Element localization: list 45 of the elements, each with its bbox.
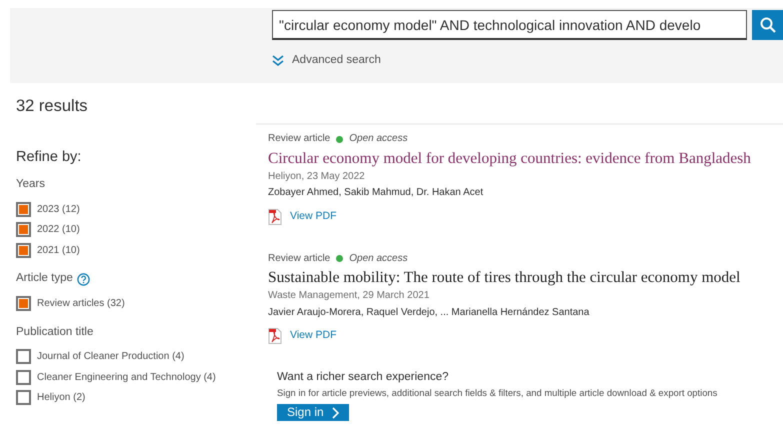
filter-option-label: Cleaner Engineering and Technology (4)	[37, 370, 216, 385]
chevron-down-icon	[272, 55, 284, 66]
search-button[interactable]	[752, 10, 783, 40]
filter-option-label: 2022 (10)	[37, 223, 80, 238]
search-field[interactable]: "circular economy model" AND technological innovation AND develo	[272, 10, 748, 40]
access-label: Open access	[349, 252, 408, 265]
advanced-search-link[interactable]: Advanced search	[272, 52, 381, 70]
filter-option-label: 2023 (12)	[37, 202, 80, 217]
search-icon	[760, 17, 776, 33]
results-count: 32 results	[16, 97, 89, 117]
access-label: Open access	[349, 133, 408, 146]
article-type: Review article	[268, 133, 330, 146]
checkbox[interactable]	[16, 202, 31, 217]
filter-group-title: Publication title	[16, 326, 94, 340]
status-dot	[336, 136, 344, 143]
filter-group-title: Article type	[16, 272, 73, 286]
checkbox[interactable]	[16, 296, 31, 312]
help-icon[interactable]	[76, 272, 90, 286]
checkbox[interactable]	[16, 349, 31, 364]
sign-in-button[interactable]: Sign in	[277, 404, 349, 422]
checkbox[interactable]	[16, 390, 31, 406]
chevron-right-icon	[332, 406, 339, 419]
refine-heading: Refine by:	[16, 148, 82, 166]
article-title-link[interactable]: Circular economy model for developing countries: evidence from Bangladesh	[268, 148, 751, 168]
filter-option-label: Review articles (32)	[37, 297, 125, 312]
filter-group-title: Years	[16, 178, 45, 192]
checkbox[interactable]	[16, 222, 31, 238]
article-type: Review article	[268, 252, 330, 265]
promo-heading: Want a richer search experience?	[277, 370, 450, 384]
pdf-icon	[268, 208, 282, 224]
article-title-link[interactable]: Sustainable mobility: The route of tires through the circular economy model	[268, 268, 740, 288]
article-source: Heliyon, 23 May 2022	[268, 170, 366, 183]
filter-option-label: Heliyon (2)	[37, 391, 86, 406]
view-pdf-link[interactable]: View PDF	[268, 328, 336, 344]
filter-option-label: Journal of Cleaner Production (4)	[37, 350, 184, 364]
checkbox[interactable]	[16, 242, 31, 258]
checkbox[interactable]	[16, 370, 31, 385]
status-dot	[336, 255, 344, 262]
view-pdf-link[interactable]: View PDF	[268, 208, 336, 224]
promo-text: Sign in for article previews, additional search fields & filters, and multiple article download & export options	[277, 387, 718, 400]
article-authors: Javier Araujo-Morera, Raquel Verdejo, ... Marianella Hernández Santana	[268, 306, 590, 319]
article-authors: Zobayer Ahmed, Sakib Mahmud, Dr. Hakan Acet	[268, 187, 484, 200]
pdf-icon	[268, 328, 282, 344]
article-source: Waste Management, 29 March 2021	[268, 290, 430, 302]
filter-option-label: 2021 (10)	[37, 244, 80, 258]
